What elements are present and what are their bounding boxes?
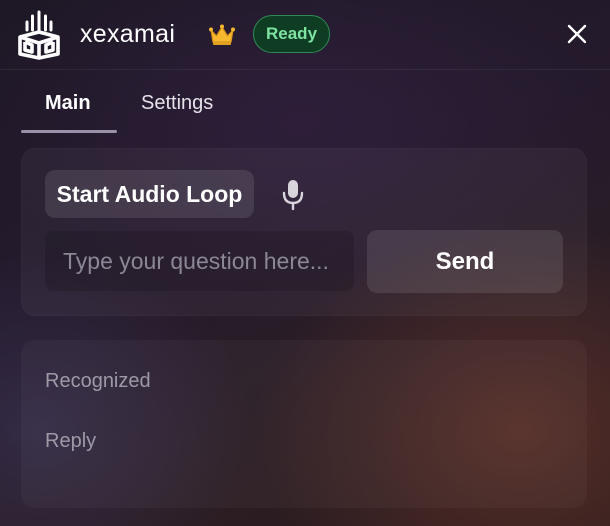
active-tab-indicator	[21, 130, 117, 133]
tab-settings[interactable]: Settings	[141, 92, 213, 115]
controls-card: Start Audio Loop Send	[21, 148, 587, 316]
reply-label: Reply	[45, 430, 97, 452]
start-audio-loop-button[interactable]: Start Audio Loop	[45, 170, 254, 218]
close-icon	[567, 24, 587, 44]
app-name: xexamai	[80, 20, 176, 48]
microphone-icon[interactable]	[279, 178, 307, 212]
results-card: Recognized Reply	[21, 340, 587, 508]
send-button[interactable]: Send	[367, 230, 563, 293]
tab-main[interactable]: Main	[45, 92, 91, 115]
question-input[interactable]	[45, 231, 354, 291]
recognized-label: Recognized	[45, 370, 151, 392]
title-bar: xexamai Ready	[0, 0, 610, 70]
brand-logo-icon	[16, 10, 62, 60]
status-badge: Ready	[253, 15, 331, 53]
close-button[interactable]	[564, 21, 590, 47]
crown-icon	[208, 23, 236, 47]
